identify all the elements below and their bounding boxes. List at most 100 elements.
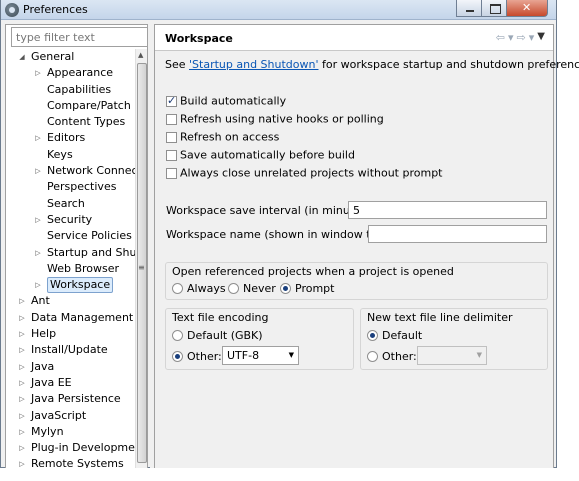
tree-item[interactable]: Web Browser bbox=[6, 261, 136, 277]
checkbox-box[interactable] bbox=[166, 149, 177, 161]
tree-item-label: Web Browser bbox=[47, 261, 120, 275]
tree-item[interactable]: ▷ Java Persistence bbox=[6, 391, 136, 407]
tree-item[interactable]: ▷ Appearance bbox=[6, 65, 136, 81]
tree-item[interactable]: ▷ Java bbox=[6, 359, 136, 375]
radio-button[interactable] bbox=[280, 283, 291, 294]
checkbox-box[interactable] bbox=[166, 131, 177, 143]
tree-item-label: Java Persistence bbox=[31, 392, 121, 406]
tree-item[interactable]: ◢ General bbox=[6, 49, 136, 65]
title-bar[interactable]: Preferences bbox=[1, 0, 556, 20]
tree-collapsed-icon[interactable]: ▷ bbox=[17, 456, 27, 468]
radio-button[interactable] bbox=[228, 283, 239, 294]
tree-scrollbar[interactable]: ▲ ≡ bbox=[135, 49, 147, 468]
back-dropdown-icon[interactable]: ▾ bbox=[508, 31, 514, 44]
tree-collapsed-icon[interactable]: ▷ bbox=[33, 277, 43, 293]
workspace-name-input[interactable] bbox=[368, 225, 547, 243]
minimize-icon[interactable] bbox=[456, 0, 482, 17]
encoding-default-radio[interactable]: Default (GBK) bbox=[172, 329, 263, 342]
tree-collapsed-icon[interactable]: ▷ bbox=[17, 408, 27, 424]
tree-collapsed-icon[interactable]: ▷ bbox=[17, 375, 27, 391]
view-menu-icon[interactable]: ▼ bbox=[537, 31, 545, 44]
chevron-down-icon[interactable]: ▼ bbox=[289, 347, 294, 364]
radio-prompt[interactable]: Prompt bbox=[280, 282, 334, 295]
tree-item[interactable]: ▷ Workspace bbox=[6, 277, 136, 294]
tree-item[interactable]: Perspectives bbox=[6, 179, 136, 195]
tree-item[interactable]: ▷ Network Connecti bbox=[6, 163, 145, 179]
tree-collapsed-icon[interactable]: ▷ bbox=[17, 293, 27, 309]
tree-item[interactable]: ▷ Editors bbox=[6, 130, 136, 146]
radio-label: Prompt bbox=[295, 282, 335, 295]
tree-item[interactable]: ▷ Ant bbox=[6, 293, 136, 309]
tree-item-label: Compare/Patch bbox=[47, 98, 131, 112]
tree-collapsed-icon[interactable]: ▷ bbox=[17, 310, 27, 326]
filter-input[interactable] bbox=[11, 27, 147, 47]
delimiter-other-radio[interactable]: Other: bbox=[367, 350, 417, 363]
window-title: Preferences bbox=[23, 3, 88, 16]
tree-item[interactable]: ▷ Remote Systems bbox=[6, 456, 136, 468]
tree-item[interactable]: ▷ Mylyn bbox=[6, 424, 136, 440]
tree-item[interactable]: Search bbox=[6, 196, 136, 212]
app-gear-icon bbox=[5, 3, 19, 17]
tree-collapsed-icon[interactable]: ▷ bbox=[17, 326, 27, 342]
open-projects-group: Open referenced projects when a project … bbox=[165, 262, 548, 300]
radio-never[interactable]: Never bbox=[228, 282, 276, 295]
preference-tree-pane: ◢ General ▷ Appearance Capabilities Compare/P… bbox=[5, 24, 148, 468]
tree-collapsed-icon[interactable]: ▷ bbox=[17, 424, 27, 440]
tree-item-label: General bbox=[31, 50, 75, 63]
radio-button[interactable] bbox=[172, 330, 183, 341]
scroll-up-icon[interactable]: ▲ bbox=[138, 51, 143, 59]
back-arrow-icon[interactable]: ⇦ bbox=[496, 31, 505, 44]
tree-item[interactable]: ▷ Java EE bbox=[6, 375, 136, 391]
close-unrelated-projects-checkbox[interactable]: Always close unrelated projects without … bbox=[166, 166, 443, 180]
tree-item[interactable]: Service Policies bbox=[6, 228, 136, 244]
tree-item[interactable]: Compare/Patch bbox=[6, 98, 136, 114]
tree-item[interactable]: ▷ Security bbox=[6, 212, 136, 228]
save-interval-input[interactable] bbox=[348, 201, 547, 219]
tree-collapsed-icon[interactable]: ▷ bbox=[17, 391, 27, 407]
tree-item[interactable]: ▷ Startup and Shutd bbox=[6, 245, 147, 261]
save-before-build-checkbox[interactable]: Save automatically before build bbox=[166, 148, 355, 162]
checkbox-label: Refresh using native hooks or polling bbox=[180, 112, 384, 126]
encoding-other-radio[interactable]: Other: bbox=[172, 350, 222, 363]
build-automatically-checkbox[interactable]: Build automatically bbox=[166, 94, 286, 108]
radio-label: Default (GBK) bbox=[187, 329, 263, 342]
tree-collapsed-icon[interactable]: ▷ bbox=[33, 212, 43, 228]
checkbox-box[interactable] bbox=[166, 167, 177, 179]
maximize-icon[interactable] bbox=[481, 0, 507, 17]
delimiter-default-radio[interactable]: Default bbox=[367, 329, 422, 342]
startup-shutdown-link[interactable]: 'Startup and Shutdown' bbox=[189, 58, 318, 71]
encoding-value: UTF-8 bbox=[227, 349, 260, 362]
radio-button[interactable] bbox=[172, 283, 183, 294]
delimiter-select[interactable]: ▼ bbox=[417, 346, 487, 365]
tree-item[interactable]: ▷ Help bbox=[6, 326, 136, 342]
tree-collapsed-icon[interactable]: ▷ bbox=[17, 440, 27, 456]
tree-collapsed-icon[interactable]: ▷ bbox=[33, 245, 43, 261]
tree-item[interactable]: ▷ Plug-in Development bbox=[6, 440, 146, 456]
tree-collapsed-icon[interactable]: ▷ bbox=[33, 65, 43, 81]
checkbox-box[interactable] bbox=[166, 94, 177, 107]
radio-button[interactable] bbox=[367, 330, 378, 341]
refresh-native-hooks-checkbox[interactable]: Refresh using native hooks or polling bbox=[166, 112, 384, 126]
refresh-on-access-checkbox[interactable]: Refresh on access bbox=[166, 130, 279, 144]
forward-dropdown-icon[interactable]: ▾ bbox=[529, 31, 535, 44]
tree-expanded-icon[interactable]: ◢ bbox=[17, 49, 27, 65]
tree-collapsed-icon[interactable]: ▷ bbox=[17, 342, 27, 358]
tree-collapsed-icon[interactable]: ▷ bbox=[33, 163, 43, 179]
tree-item[interactable]: ▷ Install/Update bbox=[6, 342, 136, 358]
tree-collapsed-icon[interactable]: ▷ bbox=[17, 359, 27, 375]
tree-collapsed-icon[interactable]: ▷ bbox=[33, 130, 43, 146]
encoding-select[interactable]: UTF-8 ▼ bbox=[222, 346, 299, 365]
checkbox-box[interactable] bbox=[166, 113, 177, 125]
close-icon[interactable] bbox=[506, 0, 548, 17]
tree-item[interactable]: Content Types bbox=[6, 114, 136, 130]
tree-item[interactable]: ▷ JavaScript bbox=[6, 408, 136, 424]
radio-button[interactable] bbox=[172, 351, 183, 362]
radio-button[interactable] bbox=[367, 351, 378, 362]
forward-arrow-icon[interactable]: ⇨ bbox=[517, 31, 526, 44]
tree-item[interactable]: ▷ Data Management bbox=[6, 310, 136, 326]
checkbox-label: Always close unrelated projects without … bbox=[180, 166, 443, 180]
radio-always[interactable]: Always bbox=[172, 282, 226, 295]
chevron-down-icon[interactable]: ▼ bbox=[477, 347, 482, 364]
tree-item[interactable]: Keys bbox=[6, 147, 136, 163]
tree-item[interactable]: Capabilities bbox=[6, 82, 136, 98]
